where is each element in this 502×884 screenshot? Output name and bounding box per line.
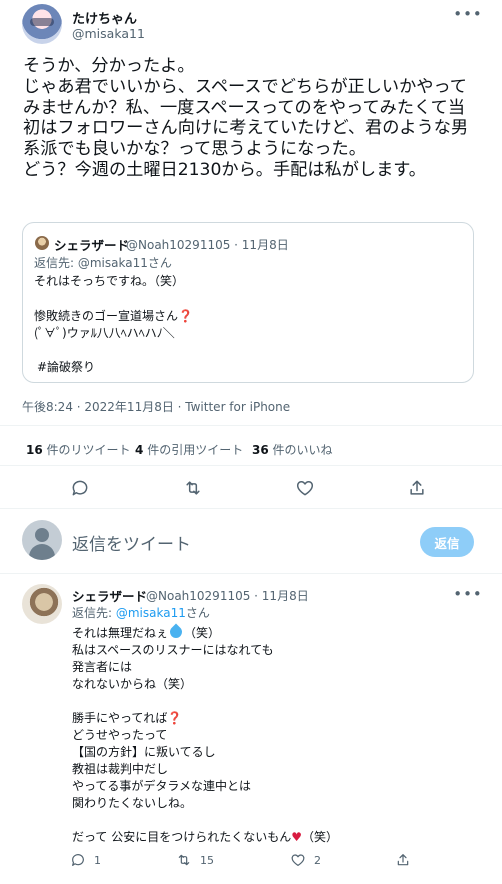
retweet-count-link[interactable]: 16 件のリツイート (26, 441, 131, 458)
reply-line-5: 勝手にやってれば❓ (72, 711, 183, 725)
retweet-count: 15 (200, 853, 214, 867)
quote-hashtag[interactable]: #論破祭り (37, 358, 95, 375)
like-icon (291, 854, 305, 866)
like-count-link[interactable]: 36 件のいいね (252, 441, 333, 458)
reply-line-9: やってる事がデタラメな連中とは (72, 779, 252, 793)
reply-icon (72, 854, 84, 866)
user-avatar (22, 520, 62, 560)
quote-author-avatar (35, 236, 49, 250)
reply-share-button[interactable] (395, 852, 411, 868)
author-name[interactable]: たけちゃん (72, 8, 137, 27)
reply-line-8: 教祖は裁判中だし (72, 762, 169, 776)
quote-line-3: (ﾟ∀ﾟ)ウァﾙ八八ﾍハﾍハﾉ＼ (34, 326, 175, 340)
question-emoji-icon: ❓ (167, 711, 183, 725)
reply-more-options-icon[interactable]: ••• (453, 585, 482, 603)
reply-line-1: それは無理だねぇ （笑） (72, 623, 220, 641)
reply-count: 1 (94, 853, 101, 867)
quote-line-1: それはそっちですね。（笑） (34, 274, 185, 288)
author-handle[interactable]: @misaka11 (72, 26, 145, 41)
reply-line-6: どうせやったって (72, 728, 168, 742)
quote-author-name: シェラザード (54, 238, 130, 253)
share-icon (397, 854, 409, 866)
quoted-tweet-card[interactable]: シェラザード @Noah10291105 · 11月8日 返信先: @misak… (22, 222, 474, 383)
retweet-icon[interactable] (181, 476, 205, 500)
divider (0, 508, 502, 509)
quote-line-2: 惨敗続きのゴー宣道場さん❓ (34, 309, 193, 323)
reply-reply-button[interactable]: 1 (70, 852, 101, 868)
heart-emoji-icon: ♥ (291, 830, 302, 844)
reply-author-name[interactable]: シェラザード (72, 586, 147, 605)
reply-meta[interactable]: @Noah10291105 · 11月8日 (146, 587, 309, 604)
like-count: 2 (314, 853, 321, 867)
divider (0, 425, 502, 426)
reply-line-10: 関わりたくないしね。 (72, 796, 193, 810)
reply-line-4: なれないからね（笑） (72, 677, 193, 691)
quote-reply-to: 返信先: @misaka11さん (34, 256, 172, 270)
divider (0, 573, 502, 574)
mention-link[interactable]: @misaka11 (116, 606, 186, 620)
quote-count-link[interactable]: 4 件の引用ツイート (135, 441, 243, 458)
reply-icon[interactable] (68, 476, 92, 500)
quote-meta: @Noah10291105 · 11月8日 (126, 238, 289, 252)
divider (0, 465, 502, 466)
share-icon[interactable] (405, 476, 429, 500)
tweet-text: そうか、分かったよ。 じゃあ君でいいから、スペースでどちらが正しいかやってみませ… (23, 56, 469, 180)
reply-button[interactable]: 返信 (420, 527, 474, 557)
reply-line-2: 私はスペースのリスナーにはなれても (72, 643, 274, 657)
author-avatar[interactable] (22, 4, 62, 44)
reply-author-avatar[interactable] (22, 584, 62, 624)
reply-like-button[interactable]: 2 (290, 852, 321, 868)
reply-line-3: 発言者には (72, 660, 133, 674)
like-icon[interactable] (293, 476, 317, 500)
tweet-timestamp[interactable]: 午後8:24 · 2022年11月8日 · Twitter for iPhone (22, 398, 290, 415)
question-emoji-icon: ❓ (178, 309, 193, 323)
reply-input[interactable]: 返信をツイート (72, 530, 191, 555)
reply-line-11: だって 公安に目をつけられたくないもん♥（笑） (72, 830, 338, 844)
retweet-icon (178, 854, 190, 866)
sweat-drops-icon (167, 623, 185, 641)
reply-line-7: 【国の方針】に叛いてるし (72, 745, 216, 759)
reply-retweet-button[interactable]: 15 (176, 852, 214, 868)
more-options-icon[interactable]: ••• (453, 5, 482, 23)
reply-reply-to: 返信先: @misaka11さん (72, 606, 210, 620)
